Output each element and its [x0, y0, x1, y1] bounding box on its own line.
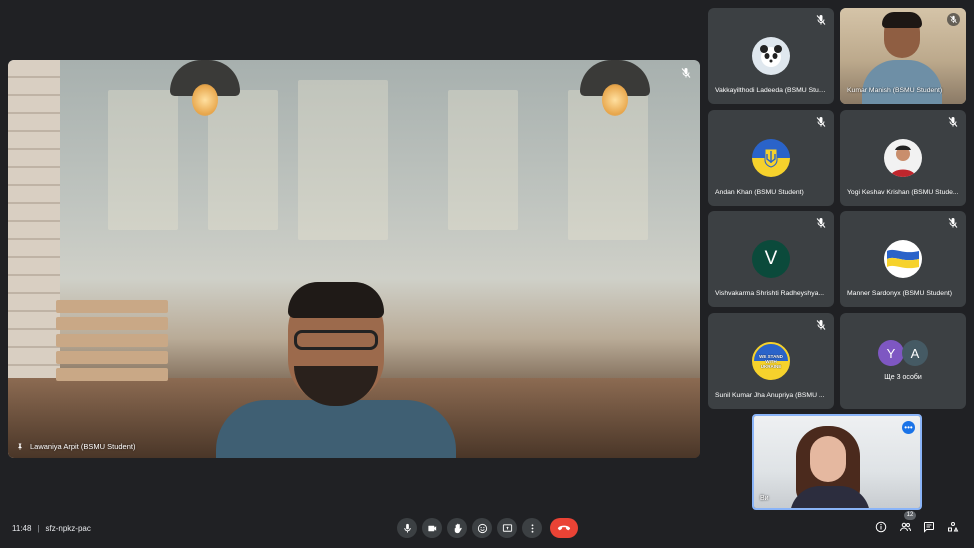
participant-name: Sunil Kumar Jha Anupriya (BSMU ...: [715, 392, 825, 399]
letter-avatar: V: [752, 240, 790, 278]
self-person: [790, 422, 870, 508]
self-view-tile[interactable]: ••• Ви: [752, 414, 922, 510]
ukraine-coat-of-arms-icon: [752, 139, 790, 177]
present-icon: [502, 523, 512, 532]
microphone-icon: [403, 523, 411, 533]
emoji-button[interactable]: [472, 518, 492, 538]
raise-hand-button[interactable]: [447, 518, 467, 538]
present-screen-button[interactable]: [497, 518, 517, 538]
books: [56, 300, 168, 390]
panda-avatar-icon: [752, 37, 790, 75]
side-panel-controls: 12: [874, 511, 960, 534]
phone-hangup-icon: [557, 525, 571, 531]
participant-name: Yogi Keshav Krishan (BSMU Stude...: [847, 189, 959, 196]
more-options-button[interactable]: [522, 518, 542, 538]
mic-off-icon: [948, 117, 958, 127]
window-pane: [298, 80, 388, 240]
microphone-button[interactable]: [397, 518, 417, 538]
meeting-code: sfz-npkz-pac: [45, 524, 91, 533]
participant-tile[interactable]: V Vishvakarma Shrishti Radheyshya...: [708, 211, 834, 307]
mic-off-icon: [948, 218, 958, 228]
separator: |: [37, 524, 40, 533]
main-speaker-tile[interactable]: Lawaniya Arpit (BSMU Student): [8, 60, 700, 458]
participant-tile[interactable]: WE STAND WITH UKRAINE Sunil Kumar Jha An…: [708, 313, 834, 409]
participant-name: Vakkayilthodi Ladeeda (BSMU Stud...: [715, 87, 828, 94]
meeting-info: 11:48 | sfz-npkz-pac: [12, 524, 91, 533]
letter-avatar: Y: [878, 340, 904, 366]
main-speaker-name: Lawaniya Arpit (BSMU Student): [16, 442, 135, 451]
lamp-bulb: [192, 84, 218, 116]
participant-name: Manner Sardonyx (BSMU Student): [847, 290, 953, 297]
self-name: Ви: [760, 495, 769, 502]
letter-avatar: A: [902, 340, 928, 366]
pin-icon[interactable]: [16, 442, 24, 451]
end-call-button[interactable]: [550, 518, 578, 538]
window-pane: [448, 90, 518, 230]
meeting-details-button[interactable]: [874, 520, 888, 534]
speaker-person: [216, 282, 456, 458]
participant-hair: [882, 12, 922, 28]
mic-off-icon: [681, 68, 691, 78]
others-tile[interactable]: Y A Ще 3 особи: [840, 313, 966, 409]
participant-tile[interactable]: Manner Sardonyx (BSMU Student): [840, 211, 966, 307]
others-avatars: Y A: [878, 340, 930, 366]
call-controls: [397, 518, 578, 538]
main-speaker-label: Lawaniya Arpit (BSMU Student): [30, 442, 136, 451]
ukraine-flag-icon: [884, 240, 922, 278]
emoji-icon: [477, 523, 487, 533]
photo-avatar-icon: [884, 139, 922, 177]
participant-tile[interactable]: Andan Khan (BSMU Student): [708, 110, 834, 206]
camera-button[interactable]: [422, 518, 442, 538]
participant-name: Vishvakarma Shrishti Radheyshya...: [715, 290, 825, 297]
mic-off-icon: [816, 320, 826, 330]
chat-button[interactable]: [922, 520, 936, 534]
mic-off-icon: [816, 117, 826, 127]
people-icon: [899, 522, 911, 532]
more-options-icon[interactable]: •••: [902, 421, 915, 434]
people-button[interactable]: 12: [898, 511, 916, 534]
mic-off-icon: [947, 13, 960, 26]
speaker-video: [8, 60, 700, 458]
meeting-time: 11:48: [12, 524, 32, 533]
participant-name: Andan Khan (BSMU Student): [715, 189, 804, 196]
others-label: Ще 3 особи: [884, 374, 922, 381]
participants-count-badge: 12: [904, 511, 916, 520]
hand-icon: [454, 523, 462, 533]
window-pane: [108, 90, 178, 230]
participant-tile[interactable]: Yogi Keshav Krishan (BSMU Stude...: [840, 110, 966, 206]
participant-name: Kumar Manish (BSMU Student): [847, 87, 943, 94]
more-vert-icon: [531, 523, 533, 533]
we-stand-with-ukraine-icon: WE STAND WITH UKRAINE: [752, 342, 790, 380]
mic-off-icon: [816, 15, 826, 25]
info-icon: [875, 521, 887, 533]
camera-icon: [427, 525, 436, 531]
activities-button[interactable]: [946, 520, 960, 534]
bottom-bar: 11:48 | sfz-npkz-pac 12: [0, 511, 974, 543]
activities-icon: [948, 522, 959, 532]
window-pane: [208, 90, 278, 230]
mic-off-icon: [816, 218, 826, 228]
participant-tile[interactable]: Vakkayilthodi Ladeeda (BSMU Stud...: [708, 8, 834, 104]
lamp-bulb: [602, 84, 628, 116]
chat-icon: [924, 522, 934, 533]
participant-tile[interactable]: Kumar Manish (BSMU Student): [840, 8, 966, 104]
